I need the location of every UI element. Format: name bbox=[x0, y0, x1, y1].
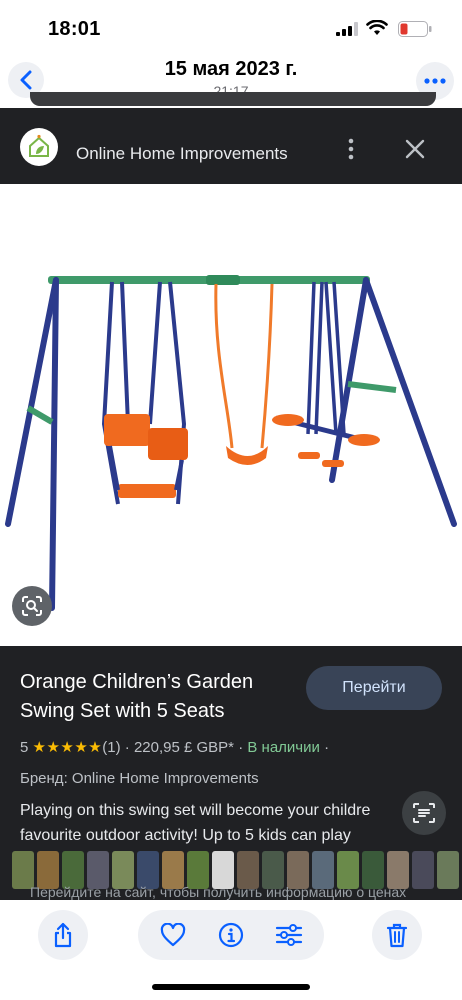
site-name[interactable]: Online Home Improvements bbox=[76, 144, 288, 164]
info-button[interactable] bbox=[216, 920, 246, 950]
lens-search-button[interactable] bbox=[12, 586, 52, 626]
text-scan-icon bbox=[413, 803, 435, 823]
status-bar: 18:01 bbox=[0, 0, 462, 56]
sliders-icon bbox=[275, 924, 303, 946]
site-logo bbox=[20, 128, 58, 166]
heart-icon bbox=[160, 923, 186, 947]
info-icon bbox=[218, 922, 244, 948]
separator: · bbox=[238, 739, 248, 756]
lens-site-header: Online Home Improvements bbox=[0, 108, 462, 184]
product-title[interactable]: Orange Children’s Garden Swing Set with … bbox=[20, 668, 310, 726]
product-description: Playing on this swing set will become yo… bbox=[20, 802, 371, 844]
redirect-note: Перейдите на сайт, чтобы получить информ… bbox=[30, 884, 407, 900]
share-button[interactable] bbox=[38, 910, 88, 960]
rating-price-row: 5 ★★★★★(1) · 220,95 £ GBP* · В наличии · bbox=[20, 738, 329, 756]
review-count: (1) bbox=[102, 739, 121, 756]
delete-button[interactable] bbox=[372, 910, 422, 960]
more-options-icon[interactable] bbox=[348, 138, 354, 160]
close-icon[interactable] bbox=[404, 138, 426, 160]
product-image[interactable] bbox=[0, 184, 462, 646]
trash-icon bbox=[386, 923, 408, 948]
star-rating-icon: ★★★★★ bbox=[32, 739, 103, 756]
house-leaf-logo-icon bbox=[29, 134, 49, 157]
lens-icon bbox=[22, 596, 42, 616]
rating-value: 5 bbox=[20, 739, 29, 756]
thumbnail[interactable] bbox=[437, 851, 459, 889]
adjust-button[interactable] bbox=[274, 920, 304, 950]
product-info-panel: Orange Children’s Garden Swing Set with … bbox=[0, 646, 462, 900]
share-icon bbox=[54, 922, 72, 948]
photo-actions-group bbox=[138, 910, 324, 960]
status-time: 18:01 bbox=[48, 18, 101, 40]
cellular-signal-icon bbox=[336, 22, 358, 36]
wifi-icon bbox=[366, 20, 388, 35]
separator: · bbox=[124, 739, 134, 756]
brand-line: Бренд: Online Home Improvements bbox=[20, 770, 259, 787]
swing-set-illustration bbox=[5, 275, 457, 611]
go-to-site-button[interactable]: Перейти bbox=[306, 666, 442, 710]
thumbnail[interactable] bbox=[412, 851, 434, 889]
price: 220,95 £ GBP* bbox=[133, 739, 235, 756]
ellipsis-icon bbox=[424, 78, 446, 84]
favorite-button[interactable] bbox=[158, 920, 188, 950]
battery-icon bbox=[398, 21, 432, 37]
home-indicator bbox=[152, 984, 310, 990]
text-scan-button[interactable] bbox=[402, 791, 446, 835]
availability: В наличии bbox=[247, 739, 320, 756]
separator: · bbox=[324, 739, 330, 756]
photo-date: 15 мая 2023 г. bbox=[164, 58, 298, 80]
sheet-edge bbox=[30, 92, 436, 106]
